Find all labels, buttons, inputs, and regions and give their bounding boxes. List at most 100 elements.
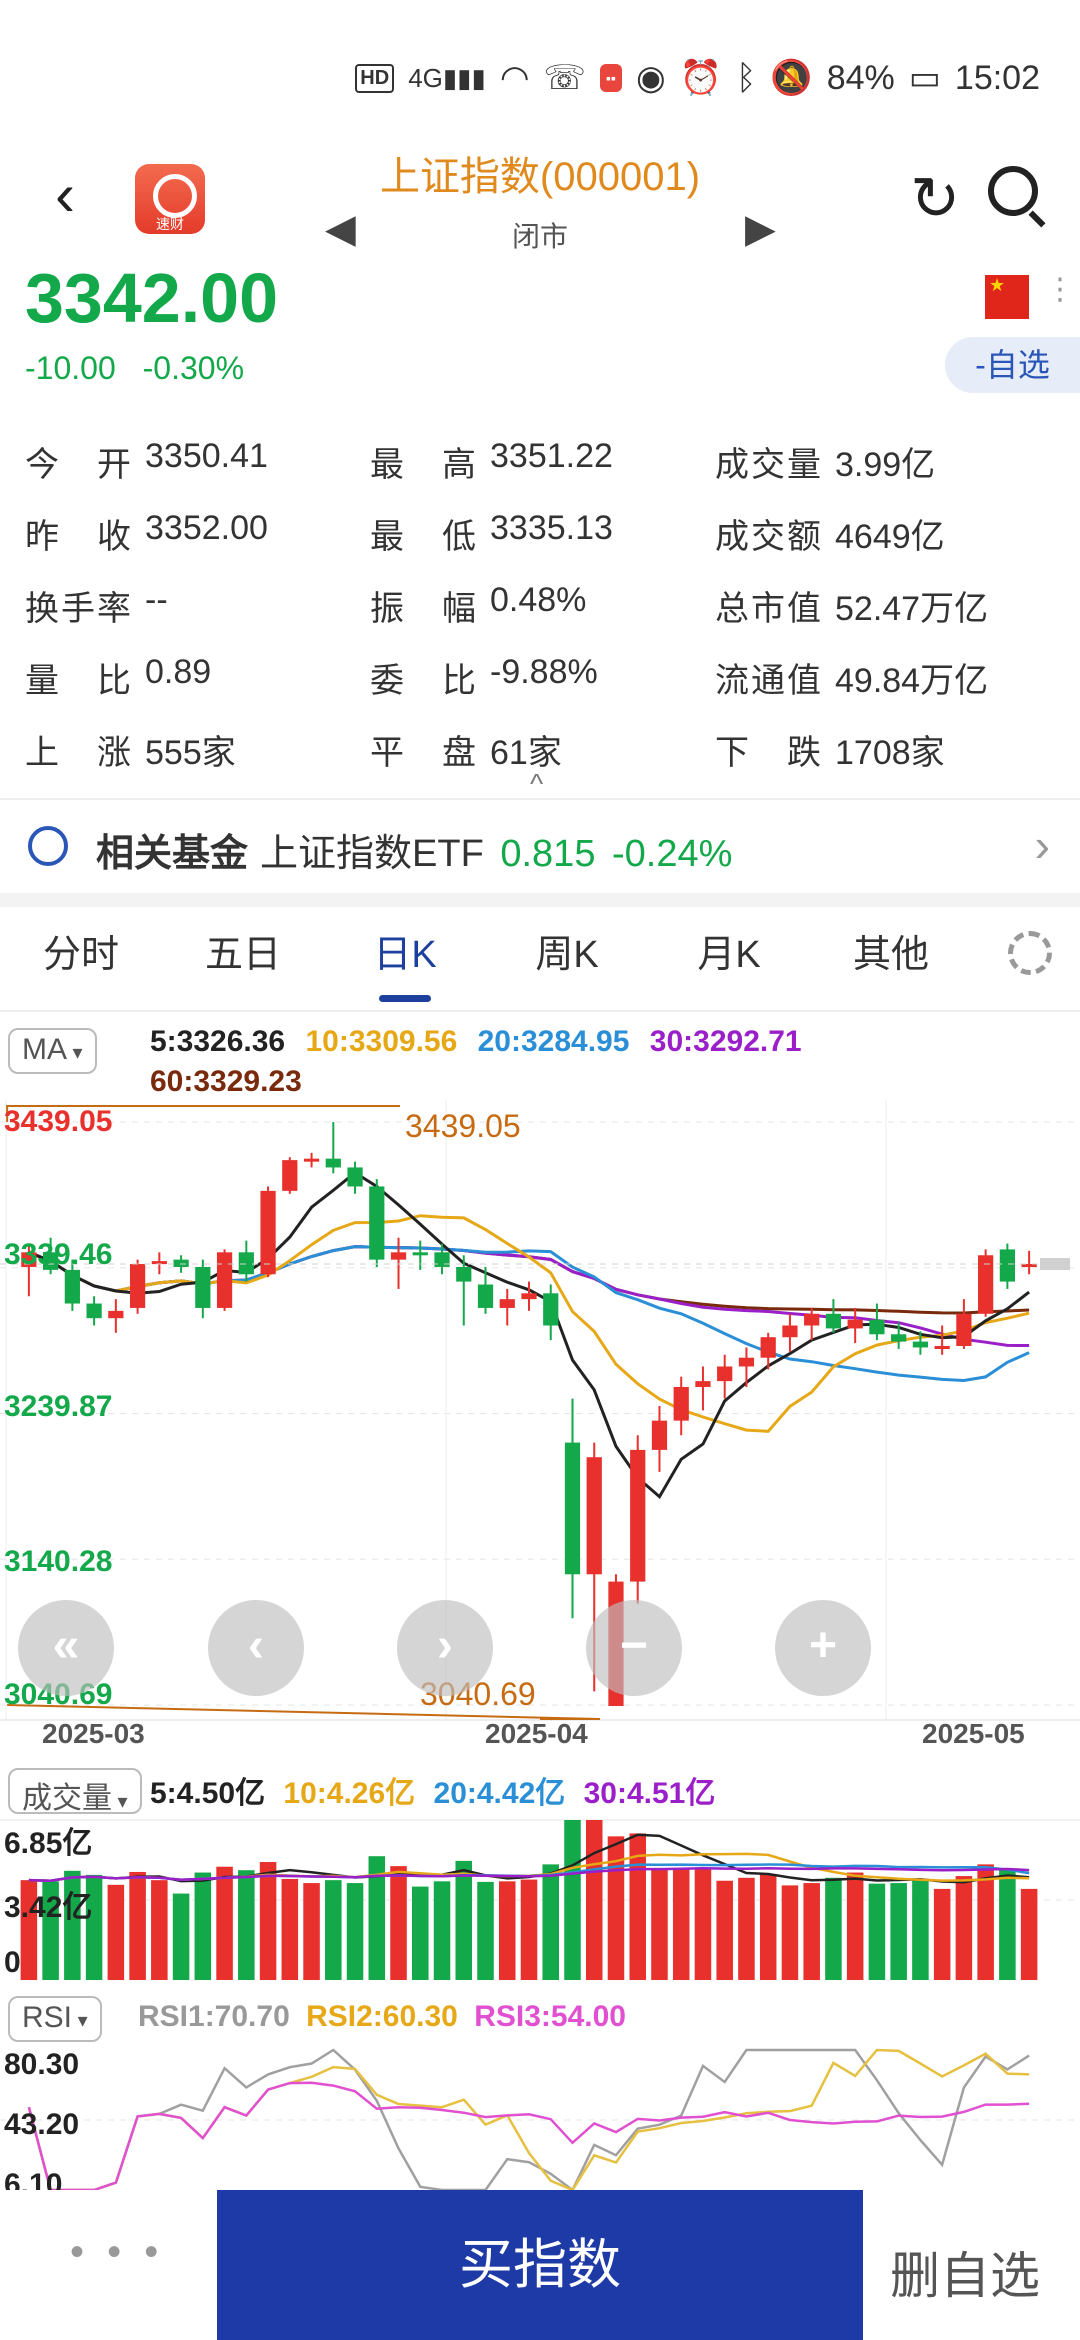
price-change: -10.00 -0.30%	[25, 350, 262, 387]
volume-bar	[194, 1872, 212, 1980]
zoom-out-button[interactable]: −	[586, 1600, 682, 1696]
stat-value: 3351.22	[490, 436, 613, 475]
y-label-high: 3439.05	[4, 1105, 113, 1138]
stat-label: 量 比	[25, 661, 133, 700]
vol-y-min: 0	[4, 1946, 21, 1979]
eye-icon: ◉	[635, 59, 666, 97]
candle	[847, 1307, 863, 1344]
candle-body	[282, 1160, 298, 1191]
fund-name: 上证指数ETF	[260, 833, 484, 875]
rsi-indicator-select[interactable]: RSI	[8, 1996, 102, 2042]
volume-bar	[390, 1866, 407, 1980]
stat-cell: 上 涨 555家	[25, 725, 370, 774]
stat-label: 成交额	[715, 517, 823, 556]
volume-bar	[999, 1868, 1016, 1980]
stat-cell: 委 比 -9.88%	[370, 653, 715, 702]
stat-value: 3.99亿	[835, 445, 936, 484]
stat-row: 量 比 0.89 委 比 -9.88% 流通值 49.84万亿	[25, 641, 1065, 713]
rsi3-value: RSI3:54.00	[474, 2000, 626, 2033]
volume-bar	[977, 1864, 994, 1980]
stat-cell: 平 盘 61家	[370, 725, 715, 774]
scroll-right-button[interactable]: ›	[397, 1600, 493, 1696]
volume-bar	[803, 1883, 820, 1980]
signal-label: 4G	[408, 62, 443, 93]
remove-watchlist-button[interactable]: -自选	[945, 337, 1080, 393]
battery-percent: 84%	[826, 58, 895, 97]
volume-legend: 5:4.50亿 10:4.26亿 20:4.42亿 30:4.51亿	[150, 1768, 725, 1812]
candle-body	[325, 1158, 341, 1168]
vol-y-mid: 3.42亿	[4, 1891, 93, 1924]
more-icon[interactable]: ⋮	[1045, 272, 1075, 307]
candle-body	[651, 1420, 668, 1450]
scroll-start-button[interactable]: «	[18, 1600, 114, 1696]
stat-cell: 下 跌 1708家	[715, 725, 1060, 774]
remove-watchlist-bottom-button[interactable]: 删自选	[890, 2236, 1040, 2308]
ma5-line	[28, 1170, 1031, 1500]
chart-settings-gear-icon[interactable]	[1008, 931, 1052, 975]
candle-body	[456, 1266, 472, 1282]
vol-y-max: 6.85亿	[4, 1827, 93, 1860]
chevron-right-icon: ›	[1034, 819, 1050, 871]
stat-value: 0.89	[145, 652, 212, 691]
china-flag-icon	[985, 275, 1029, 319]
stat-value: 61家	[490, 733, 562, 772]
refresh-icon[interactable]: ↻	[910, 164, 960, 234]
wifi-icon: ◠	[499, 59, 530, 97]
tab-4[interactable]: 月K	[648, 905, 810, 1010]
volume-bar	[694, 1869, 712, 1980]
candle-body	[891, 1334, 907, 1342]
candle	[129, 1259, 146, 1314]
tab-3[interactable]: 周K	[486, 905, 648, 1010]
volume-bar	[346, 1883, 364, 1980]
candle	[347, 1161, 363, 1194]
tab-5[interactable]: 其他	[810, 905, 972, 1010]
buy-index-button[interactable]: 买指数	[217, 2190, 863, 2340]
volume-bar	[151, 1880, 168, 1980]
stat-value: 49.84万亿	[835, 661, 989, 700]
stat-value: 4649亿	[835, 517, 945, 556]
header: ‹ 速财 上证指数(000001) ◀ 闭市 ▶ ↻	[0, 140, 1080, 270]
candle-body	[521, 1293, 537, 1300]
stat-value: 3352.00	[145, 508, 268, 547]
volume-bar	[477, 1881, 494, 1980]
candle	[108, 1299, 124, 1333]
volume-bar	[303, 1883, 320, 1980]
rsi-y-mid: 43.20	[4, 2108, 80, 2141]
scroll-left-button[interactable]: ‹	[208, 1600, 304, 1696]
volume-bar	[542, 1864, 560, 1980]
more-actions-icon[interactable]: • • •	[70, 2230, 164, 2275]
stat-cell: 流通值 49.84万亿	[715, 653, 1060, 702]
volume-bar	[216, 1866, 233, 1980]
candle-body	[64, 1269, 80, 1304]
change-value: -10.00	[25, 350, 116, 386]
stat-label: 成交量	[715, 445, 823, 484]
candle	[390, 1237, 407, 1289]
search-icon[interactable]	[988, 166, 1038, 216]
stat-cell: 昨 收 3352.00	[25, 509, 370, 558]
stat-cell: 总市值 52.47万亿	[715, 581, 1060, 630]
tab-2[interactable]: 日K	[324, 905, 486, 1010]
stat-cell: 换手率 --	[25, 581, 370, 630]
collapse-caret-icon[interactable]: ^	[530, 768, 543, 800]
candle	[151, 1252, 167, 1275]
zoom-in-button[interactable]: +	[775, 1600, 871, 1696]
tab-0[interactable]: 分时	[0, 905, 162, 1010]
vol-ma5: 5:4.50亿	[150, 1777, 266, 1810]
candle	[956, 1299, 972, 1349]
candle-body	[934, 1345, 950, 1349]
candle	[238, 1240, 254, 1282]
candle	[543, 1284, 559, 1341]
main-indicator-select[interactable]: MA	[8, 1028, 97, 1074]
related-fund-row[interactable]: 相关基金 上证指数ETF 0.815 -0.24% ›	[0, 800, 1080, 890]
candle-body	[956, 1313, 972, 1346]
kline-chart[interactable]	[0, 1100, 1080, 1765]
tab-1[interactable]: 五日	[162, 905, 324, 1010]
stat-value: 555家	[145, 733, 236, 772]
status-bar: HD 4G▮▮▮ ◠ ☏ ▪▪ ◉ ⏰ ᛒ 🔕 84% ▭ 15:02	[0, 0, 1080, 150]
volume-indicator-select[interactable]: 成交量	[8, 1768, 142, 1815]
volume-bar	[716, 1880, 733, 1980]
next-stock-icon[interactable]: ▶	[745, 206, 776, 252]
candle-body	[412, 1252, 428, 1256]
candle	[804, 1307, 820, 1341]
candle-body	[673, 1386, 689, 1421]
